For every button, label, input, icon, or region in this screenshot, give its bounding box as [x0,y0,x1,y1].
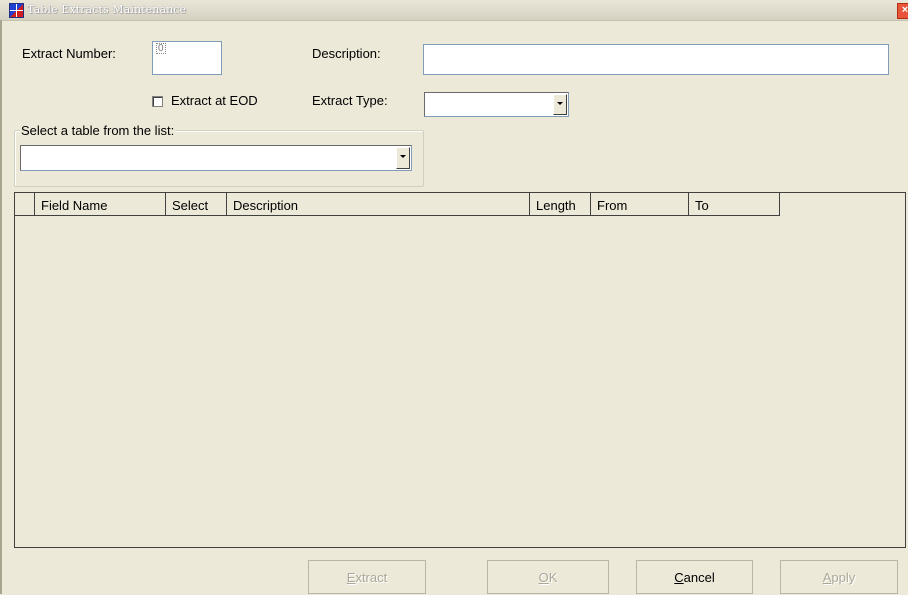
extract-number-label: Extract Number: [22,46,116,61]
table-select[interactable] [20,145,412,171]
chevron-down-icon[interactable] [396,147,410,169]
extract-type-select[interactable] [424,92,569,117]
extract-button[interactable]: Extract [308,560,426,594]
extract-number-value: 0 [156,43,166,54]
column-header-length[interactable]: Length [529,193,591,215]
chevron-down-icon[interactable] [553,94,567,115]
apply-button[interactable]: Apply [780,560,898,594]
window-title: Table Extracts Maintenance [27,3,187,16]
ok-access-key: O [538,570,549,585]
cancel-access-key: C [674,570,684,585]
extract-at-eod-label: Extract at EOD [171,93,258,108]
extract-at-eod-checkbox[interactable] [152,96,163,107]
grid-row-header-corner [15,193,35,215]
grid-header: Field Name Select Description Length Fro… [15,193,780,216]
table-select-group-label: Select a table from the list: [20,123,176,138]
column-header-to[interactable]: To [688,193,779,215]
fields-grid[interactable]: Field Name Select Description Length Fro… [14,192,906,548]
cancel-label-rest: ancel [683,570,715,585]
apply-label-rest: pply [831,570,856,585]
extract-label-rest: xtract [355,570,388,585]
column-header-select[interactable]: Select [165,193,227,215]
window-left-border [0,20,2,594]
ok-button[interactable]: OK [487,560,609,594]
column-header-description[interactable]: Description [226,193,529,215]
column-header-field-name[interactable]: Field Name [34,193,165,215]
ok-label-rest: K [548,570,558,585]
column-header-from[interactable]: From [590,193,689,215]
cancel-button[interactable]: Cancel [636,560,753,594]
extract-number-input[interactable]: 0 [152,41,222,75]
app-grid-icon [9,3,24,18]
description-label: Description: [312,46,381,61]
extract-type-label: Extract Type: [312,93,388,108]
close-icon[interactable]: × [897,3,908,19]
description-input[interactable] [423,44,889,75]
